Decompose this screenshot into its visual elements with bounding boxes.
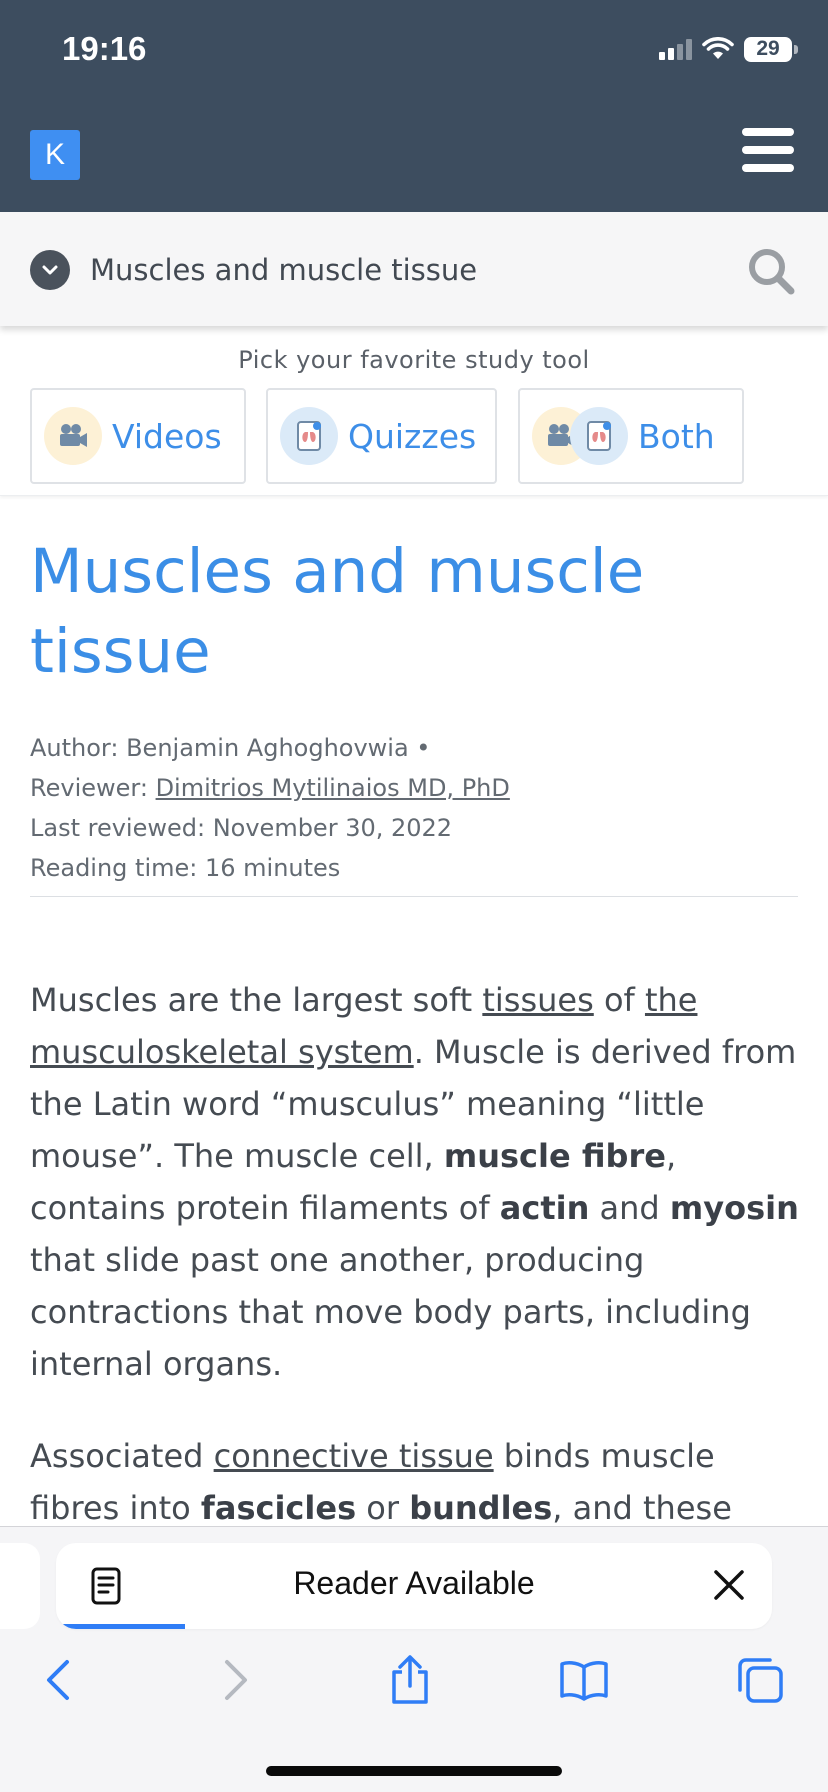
videos-label: Videos	[112, 416, 222, 456]
term-myosin: myosin	[669, 1189, 799, 1227]
reviewer-link[interactable]: Dimitrios Mytilinaios MD, PhD	[156, 774, 510, 802]
article-title: Muscles and muscle tissue	[30, 536, 645, 687]
quizzes-label: Quizzes	[348, 416, 477, 456]
second-paragraph: Associated connective tissue binds muscl…	[30, 1430, 806, 1534]
topic-title[interactable]: Muscles and muscle tissue	[90, 250, 477, 290]
article-meta: Author: Benjamin Aghoghovwia • Reviewer:…	[30, 728, 800, 888]
site-header: 19:16 29 K	[0, 0, 828, 212]
text: and	[589, 1189, 670, 1227]
last-reviewed: Last reviewed: November 30, 2022	[30, 814, 453, 842]
status-time: 19:16	[62, 30, 147, 67]
both-icons	[532, 407, 628, 465]
share-icon[interactable]	[382, 1652, 438, 1708]
previous-tab-card[interactable]	[0, 1543, 40, 1629]
back-icon[interactable]	[30, 1652, 86, 1708]
author-line: Author: Benjamin Aghoghovwia •	[30, 734, 431, 762]
close-icon[interactable]	[712, 1568, 746, 1602]
forward-icon[interactable]	[208, 1652, 264, 1708]
term-bundles: bundles	[409, 1489, 553, 1527]
chevron-down-icon[interactable]	[30, 250, 70, 290]
text: Associated	[30, 1437, 214, 1475]
text: of	[593, 981, 645, 1019]
text: or	[356, 1489, 410, 1527]
both-label: Both	[638, 416, 715, 456]
quiz-icon	[570, 407, 628, 465]
status-icons: 29	[659, 34, 798, 64]
reader-available-bar[interactable]: Reader Available	[56, 1543, 772, 1629]
page-load-progress	[56, 1624, 185, 1629]
reviewer-prefix: Reviewer:	[30, 774, 156, 802]
text: , and these	[552, 1489, 732, 1527]
bookmarks-icon[interactable]	[556, 1652, 612, 1708]
connective-tissue-link[interactable]: connective tissue	[214, 1437, 494, 1475]
reading-time: Reading time: 16 minutes	[30, 854, 341, 882]
signal-icon	[659, 38, 692, 60]
video-camera-icon	[44, 407, 102, 465]
search-icon[interactable]	[746, 246, 796, 296]
hamburger-menu-icon[interactable]	[742, 128, 794, 172]
home-indicator[interactable]	[266, 1766, 562, 1776]
study-tool-label: Pick your favorite study tool	[238, 346, 590, 374]
reader-available-label: Reader Available	[293, 1565, 535, 1601]
quizzes-button[interactable]: Quizzes	[266, 388, 497, 484]
both-button[interactable]: Both	[518, 388, 744, 484]
tissues-link[interactable]: tissues	[482, 981, 593, 1019]
reviewer-line: Reviewer: Dimitrios Mytilinaios MD, PhD	[30, 768, 800, 808]
topic-bar: Muscles and muscle tissue	[0, 212, 828, 326]
term-actin: actin	[499, 1189, 590, 1227]
intro-paragraph: Muscles are the largest soft tissues of …	[30, 974, 806, 1390]
site-logo[interactable]: K	[30, 130, 80, 180]
term-fascicles: fascicles	[200, 1489, 357, 1527]
tabs-icon[interactable]	[732, 1652, 788, 1708]
study-tool-picker: Pick your favorite study tool Videos Qui…	[0, 326, 828, 496]
text: that slide past one another, producing c…	[30, 1241, 751, 1383]
battery-icon: 29	[744, 36, 798, 62]
videos-button[interactable]: Videos	[30, 388, 246, 484]
wifi-icon	[702, 37, 734, 59]
text: Muscles are the largest soft	[30, 981, 483, 1019]
meta-divider	[30, 896, 798, 897]
term-muscle-fibre: muscle fibre	[443, 1137, 666, 1175]
quiz-icon	[280, 407, 338, 465]
